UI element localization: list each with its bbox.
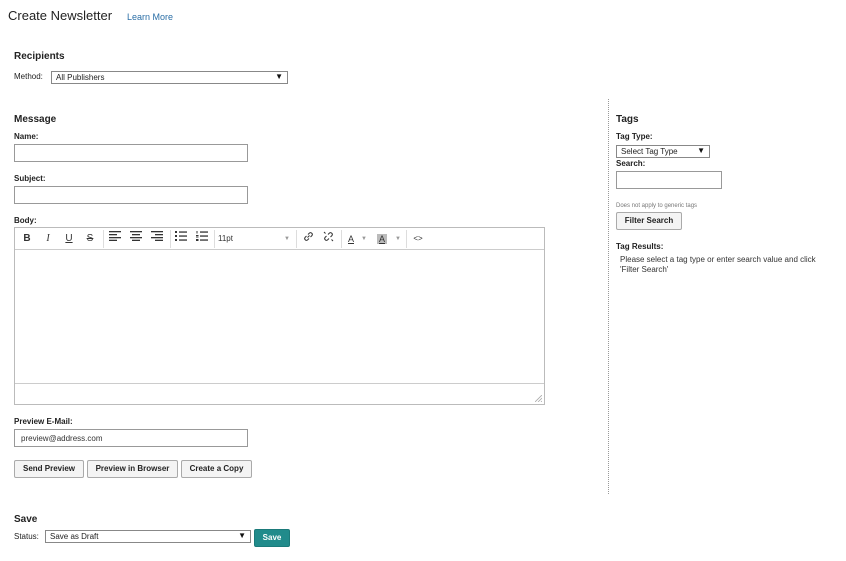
align-left-icon[interactable] [107, 231, 123, 247]
filter-search-button[interactable]: Filter Search [616, 212, 682, 230]
method-select[interactable]: All Publishers ▼ [51, 71, 288, 84]
generic-tags-note: Does not apply to generic tags [616, 203, 698, 209]
save-button[interactable]: Save [254, 529, 290, 547]
font-size-select[interactable]: 11pt ▼ [218, 231, 292, 247]
status-label: Status: [14, 532, 39, 541]
toolbar-divider [296, 230, 297, 248]
name-field[interactable] [14, 144, 248, 162]
page-title: Create Newsletter [8, 8, 113, 23]
toolbar-divider [103, 230, 104, 248]
chevron-down-icon: ▼ [284, 236, 290, 242]
editor-content-area[interactable] [15, 250, 544, 384]
learn-more-link[interactable]: Learn More [127, 12, 173, 22]
bullet-list-icon[interactable] [173, 231, 189, 247]
save-heading: Save [14, 514, 38, 525]
toolbar-divider [170, 230, 171, 248]
toolbar-divider [341, 230, 342, 248]
chevron-down-icon[interactable]: ▼ [360, 231, 368, 247]
status-select-value: Save as Draft [50, 532, 99, 541]
subject-label: Subject: [14, 174, 46, 183]
chevron-down-icon: ▼ [238, 531, 246, 540]
editor-statusbar [15, 383, 544, 404]
strikethrough-icon[interactable]: S [82, 231, 98, 247]
toolbar-divider [214, 230, 215, 248]
preview-email-label: Preview E-Mail: [14, 417, 73, 426]
tag-type-select-value: Select Tag Type [621, 147, 678, 156]
link-icon[interactable] [300, 231, 316, 247]
status-select[interactable]: Save as Draft ▼ [45, 530, 251, 543]
align-center-icon[interactable] [128, 231, 144, 247]
preview-email-field[interactable] [14, 429, 248, 447]
search-label: Search: [616, 159, 646, 168]
tag-type-label: Tag Type: [616, 132, 653, 141]
column-divider [608, 99, 609, 494]
tags-heading: Tags [616, 114, 639, 125]
text-color-icon[interactable]: A [344, 231, 358, 247]
font-size-value: 11pt [218, 234, 233, 243]
method-select-value: All Publishers [56, 73, 105, 82]
editor-toolbar: B I U S 11pt ▼ A ▼ A ▼ <> [15, 228, 544, 250]
create-copy-button[interactable]: Create a Copy [181, 460, 252, 478]
tag-results-label: Tag Results: [616, 242, 664, 251]
background-color-icon[interactable]: A [375, 231, 389, 247]
tag-search-input[interactable] [616, 171, 722, 189]
message-heading: Message [14, 114, 57, 125]
body-editor: B I U S 11pt ▼ A ▼ A ▼ <> [14, 227, 545, 405]
tag-results-text: Please select a tag type or enter search… [620, 255, 816, 274]
tag-type-select[interactable]: Select Tag Type ▼ [616, 145, 710, 158]
chevron-down-icon: ▼ [697, 146, 705, 155]
resize-handle-icon[interactable] [535, 395, 542, 402]
italic-icon[interactable]: I [40, 231, 56, 247]
body-label: Body: [14, 216, 37, 225]
source-code-icon[interactable]: <> [410, 231, 426, 247]
name-label: Name: [14, 132, 39, 141]
unlink-icon[interactable] [320, 231, 336, 247]
send-preview-button[interactable]: Send Preview [14, 460, 84, 478]
chevron-down-icon: ▼ [275, 72, 283, 81]
bold-icon[interactable]: B [19, 231, 35, 247]
preview-in-browser-button[interactable]: Preview in Browser [87, 460, 178, 478]
method-label: Method: [14, 72, 43, 81]
recipients-heading: Recipients [14, 51, 65, 62]
toolbar-divider [406, 230, 407, 248]
chevron-down-icon[interactable]: ▼ [394, 231, 402, 247]
align-right-icon[interactable] [149, 231, 165, 247]
numbered-list-icon[interactable] [194, 231, 210, 247]
subject-field[interactable] [14, 186, 248, 204]
underline-icon[interactable]: U [61, 231, 77, 247]
